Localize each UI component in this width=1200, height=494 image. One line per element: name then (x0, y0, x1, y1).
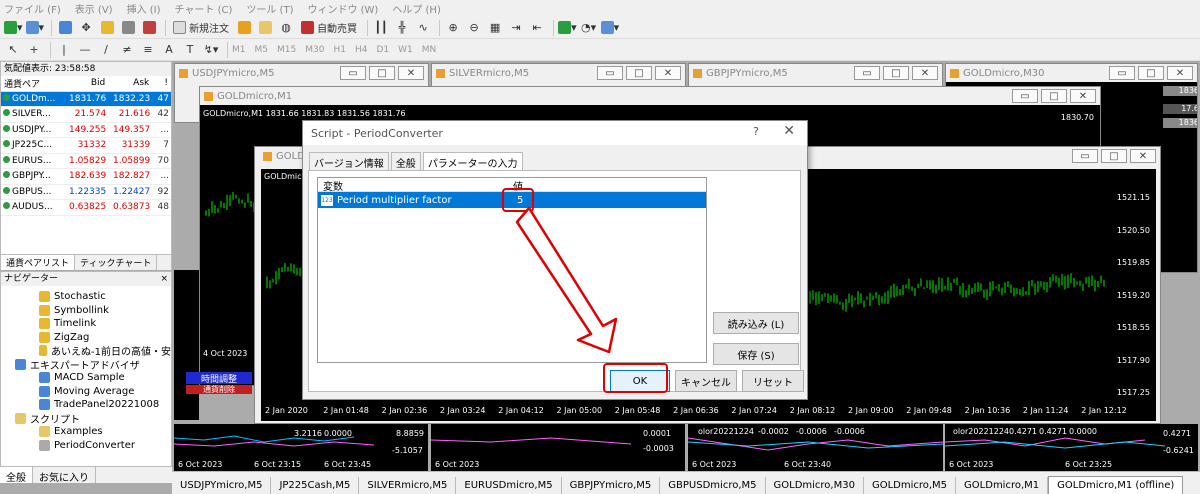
ok-highlight-box (603, 363, 668, 393)
annotation-arrow (515, 206, 618, 354)
